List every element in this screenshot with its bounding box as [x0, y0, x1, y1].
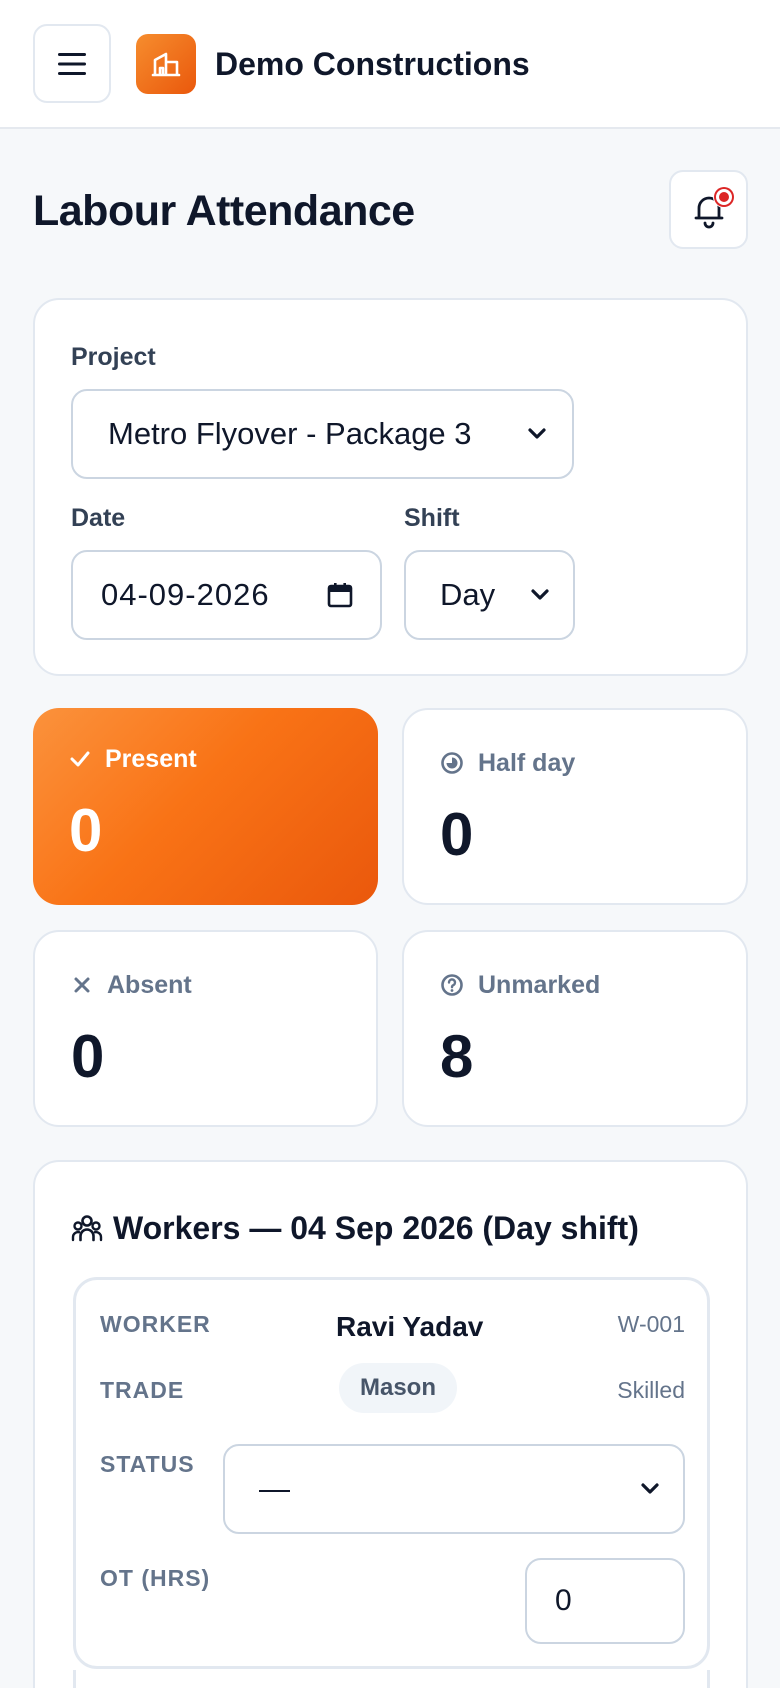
question-circle-icon [441, 974, 463, 996]
stat-present-value: 0 [69, 797, 103, 864]
trade-key: TRADE [100, 1377, 185, 1403]
users-icon [71, 1215, 103, 1242]
status-select-value: — [259, 1471, 290, 1506]
chevron-down-icon [528, 428, 546, 439]
workers-heading: Workers — 04 Sep 2026 (Day shift) [71, 1208, 639, 1248]
stat-half-day-card[interactable]: Half day 0 [402, 708, 748, 905]
chevron-down-icon [531, 589, 549, 600]
stat-absent-label: Absent [71, 970, 192, 1000]
stat-absent-value: 0 [71, 1023, 105, 1090]
page-title: Labour Attendance [33, 187, 415, 235]
stat-unmarked-label: Unmarked [440, 970, 600, 1000]
stat-present-card[interactable]: Present 0 [33, 708, 378, 905]
project-select[interactable]: Metro Flyover - Package 3 [71, 389, 574, 479]
notification-badge [713, 186, 735, 208]
stat-half-day-value: 0 [440, 801, 474, 868]
stat-present-label: Present [69, 744, 197, 774]
half-circle-icon [441, 752, 463, 774]
worker-row: WORKER Ravi Yadav W-001 TRADE Mason Skil… [73, 1277, 710, 1669]
project-label: Project [71, 343, 156, 371]
workers-title: Workers — 04 Sep 2026 (Day shift) [113, 1210, 639, 1246]
building-icon [151, 52, 181, 77]
calendar-icon[interactable] [326, 581, 354, 609]
date-label: Date [71, 504, 126, 532]
stat-unmarked-value: 8 [440, 1023, 474, 1090]
status-key: STATUS [100, 1451, 195, 1477]
hamburger-icon [58, 52, 86, 75]
shift-label: Shift [404, 504, 460, 532]
check-icon [70, 751, 90, 767]
trade-badge: Mason [339, 1363, 457, 1413]
top-bar: Demo Constructions [0, 0, 780, 129]
chevron-down-icon [641, 1483, 659, 1494]
stat-half-day-label: Half day [440, 748, 575, 778]
project-select-value: Metro Flyover - Package 3 [108, 416, 472, 451]
filters-card: Project Metro Flyover - Package 3 Date 0… [33, 298, 748, 676]
menu-button[interactable] [33, 24, 111, 103]
date-input[interactable]: 04-09-2026 [71, 550, 382, 640]
date-input-value: 04-09-2026 [101, 577, 270, 612]
ot-key: OT (HRS) [100, 1565, 211, 1591]
worker-key: WORKER [100, 1311, 211, 1337]
workers-card: Workers — 04 Sep 2026 (Day shift) WORKER… [33, 1160, 748, 1688]
worker-id: W-001 [617, 1311, 685, 1337]
ot-hours-input[interactable]: 0 [525, 1558, 685, 1644]
company-name: Demo Constructions [215, 46, 530, 82]
stat-unmarked-card[interactable]: Unmarked 8 [402, 930, 748, 1127]
shift-select[interactable]: Day [404, 550, 575, 640]
shift-select-value: Day [440, 577, 496, 612]
notifications-button[interactable] [669, 170, 748, 249]
status-select[interactable]: — [223, 1444, 685, 1534]
next-worker-row [73, 1670, 710, 1688]
skill-level: Skilled [617, 1377, 685, 1403]
worker-name: Ravi Yadav [336, 1311, 484, 1342]
x-icon [74, 977, 90, 993]
stat-absent-card[interactable]: Absent 0 [33, 930, 378, 1127]
company-logo [136, 34, 196, 94]
